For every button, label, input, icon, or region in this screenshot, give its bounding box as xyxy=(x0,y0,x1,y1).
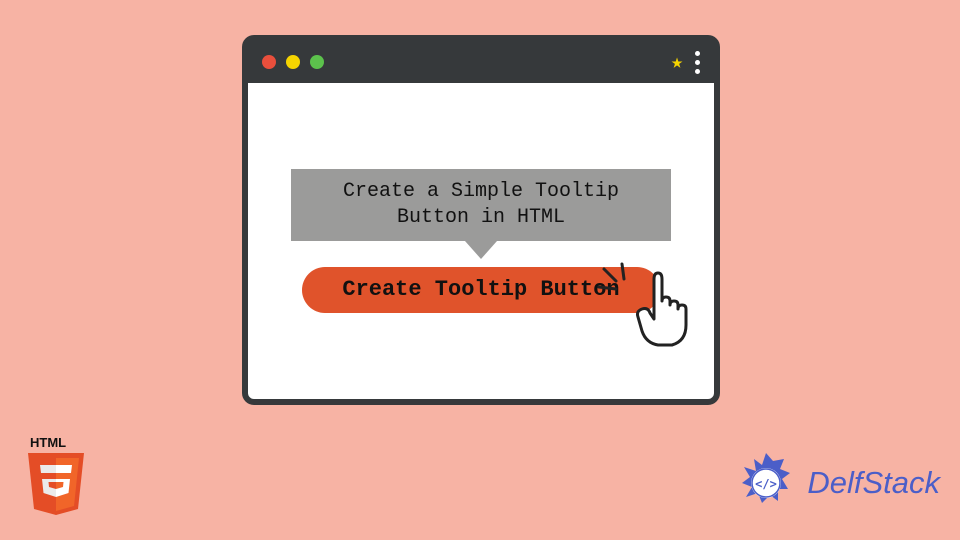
tooltip: Create a Simple Tooltip Button in HTML xyxy=(291,169,671,241)
brand-name: DelfStack xyxy=(807,465,940,501)
delfstack-logo: </> DelfStack xyxy=(731,448,940,518)
maximize-icon[interactable] xyxy=(310,55,324,69)
pointer-hand-icon xyxy=(624,267,704,357)
tooltip-text: Create a Simple Tooltip Button in HTML xyxy=(343,180,619,229)
html5-badge: HTML xyxy=(22,435,90,522)
titlebar: ★ xyxy=(248,41,714,83)
delfstack-emblem-icon: </> xyxy=(731,448,801,518)
titlebar-actions: ★ xyxy=(671,49,700,75)
html5-label: HTML xyxy=(30,435,66,450)
traffic-lights xyxy=(262,55,324,69)
button-label: Create Tooltip Button xyxy=(342,277,619,302)
window-content: Create a Simple Tooltip Button in HTML C… xyxy=(248,83,714,399)
svg-text:</>: </> xyxy=(755,477,777,491)
browser-window: ★ Create a Simple Tooltip Button in HTML… xyxy=(242,35,720,405)
menu-dots-icon[interactable] xyxy=(695,51,700,74)
star-icon[interactable]: ★ xyxy=(671,49,683,75)
close-icon[interactable] xyxy=(262,55,276,69)
minimize-icon[interactable] xyxy=(286,55,300,69)
tooltip-arrow-icon xyxy=(465,241,497,259)
